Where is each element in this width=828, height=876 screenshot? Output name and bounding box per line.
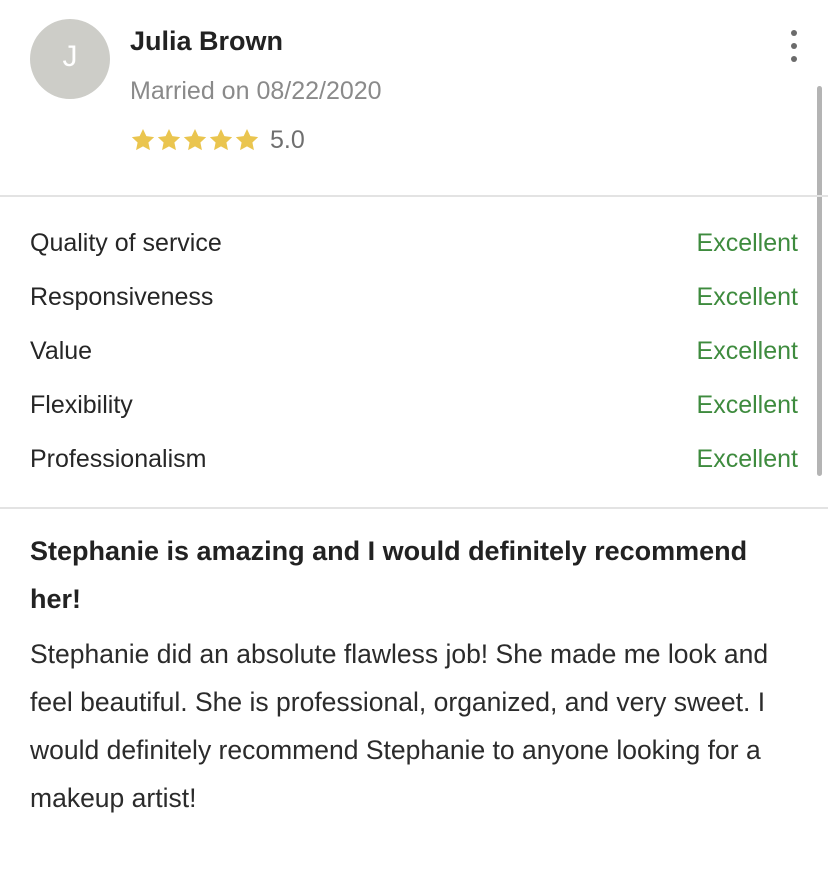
more-vertical-icon xyxy=(791,30,797,36)
rating-verdict: Excellent xyxy=(696,390,798,419)
reviewer-name: Julia Brown xyxy=(130,26,284,56)
star-icon xyxy=(157,128,181,151)
rating-row: Professionalism Excellent xyxy=(30,432,798,486)
rating-verdict: Excellent xyxy=(696,444,798,473)
divider xyxy=(0,507,828,509)
more-options-button[interactable] xyxy=(780,30,808,62)
star-icon xyxy=(209,128,233,151)
rating-row: Quality of service Excellent xyxy=(30,216,798,270)
star-icon xyxy=(235,128,259,151)
rating-verdict: Excellent xyxy=(696,336,798,365)
rating-verdict: Excellent xyxy=(696,228,798,257)
rating-label: Flexibility xyxy=(30,390,133,419)
review-title: Stephanie is amazing and I would definit… xyxy=(30,536,748,614)
wedding-date: Married on 08/22/2020 xyxy=(130,77,382,105)
avatar-initial: J xyxy=(62,40,78,73)
rating-label: Responsiveness xyxy=(30,282,214,311)
rating-label: Professionalism xyxy=(30,444,207,473)
avatar: J xyxy=(30,19,110,99)
rating-row: Flexibility Excellent xyxy=(30,378,798,432)
rating-label: Value xyxy=(30,336,93,365)
review-content: Stephanie is amazing and I would definit… xyxy=(30,527,798,822)
divider xyxy=(0,195,828,197)
overall-rating: 5.0 xyxy=(130,124,305,156)
star-icon xyxy=(183,128,207,151)
rating-value: 5.0 xyxy=(270,125,305,154)
category-ratings: Quality of service Excellent Responsivenes… xyxy=(30,216,798,486)
rating-verdict: Excellent xyxy=(696,282,798,311)
star-rating xyxy=(130,127,260,153)
review-text: Stephanie did an absolute flawless job! … xyxy=(30,639,769,813)
scrollbar[interactable] xyxy=(817,86,822,476)
star-icon xyxy=(131,128,155,151)
rating-row: Responsiveness Excellent xyxy=(30,270,798,324)
review-header: J Julia Brown Married on 08/22/2020 5.0 xyxy=(0,0,828,196)
rating-label: Quality of service xyxy=(30,228,222,257)
rating-row: Value Excellent xyxy=(30,324,798,378)
